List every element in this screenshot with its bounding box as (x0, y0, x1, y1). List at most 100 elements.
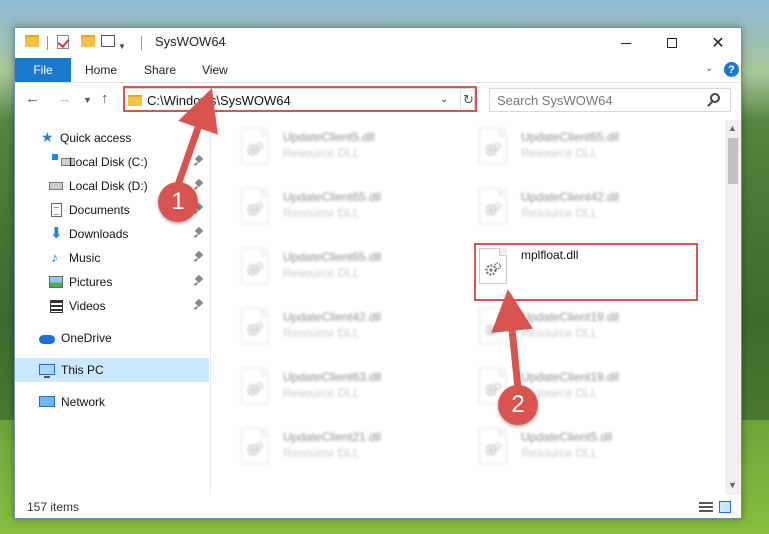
pin-icon[interactable] (195, 228, 203, 238)
pin-icon[interactable] (195, 300, 203, 310)
file-name: UpdateClient19.dll (521, 310, 620, 324)
dll-file-icon (479, 188, 511, 228)
file-item[interactable]: UpdateClient19.dll Resource DLL (449, 304, 649, 354)
dll-file-icon (479, 128, 511, 168)
pin-icon[interactable] (195, 252, 203, 262)
pin-icon[interactable] (195, 180, 203, 190)
dll-file-icon (241, 368, 273, 408)
properties-check-icon[interactable] (57, 35, 69, 49)
customize-icon[interactable] (101, 35, 115, 47)
sidebar-item-label: Local Disk (D:) (69, 179, 148, 193)
toolbar-separator (141, 36, 142, 50)
file-type: Resource DLL (283, 326, 360, 340)
tab-view[interactable]: View (202, 58, 228, 82)
file-item[interactable]: UpdateClient21.dll Resource DLL (211, 424, 411, 474)
sidebar-item-label: Documents (69, 203, 130, 217)
videos-icon (50, 300, 63, 313)
pictures-icon (49, 276, 63, 288)
sidebar-item-pictures[interactable]: Pictures (15, 270, 209, 294)
file-item[interactable]: UpdateClient65.dll Resource DLL (449, 124, 649, 174)
dll-file-icon (241, 308, 273, 348)
expand-ribbon-icon[interactable]: ⌄ (705, 63, 713, 74)
help-icon[interactable]: ? (724, 62, 739, 77)
file-type: Resource DLL (283, 446, 360, 460)
sidebar-item-videos[interactable]: Videos (15, 294, 209, 318)
dll-file-icon (479, 428, 511, 468)
vertical-scrollbar[interactable]: ▲ ▼ (725, 120, 741, 495)
back-arrow-icon[interactable]: ← (25, 90, 40, 107)
dll-file-icon (241, 428, 273, 468)
scroll-down-icon[interactable]: ▼ (728, 480, 737, 490)
close-icon: ✕ (711, 35, 725, 52)
sidebar-item-onedrive[interactable]: OneDrive (15, 326, 209, 350)
chevron-down-icon[interactable]: ▼ (118, 38, 126, 54)
annotation-step-2: 2 (498, 385, 538, 425)
large-icons-view-icon[interactable] (719, 501, 731, 513)
file-item[interactable]: UpdateClient5.dll Resource DLL (449, 424, 649, 474)
file-item[interactable]: UpdateClient65.dll Resource DLL (211, 184, 411, 234)
file-item[interactable]: UpdateClient42.dll Resource DLL (449, 184, 649, 234)
file-item[interactable]: UpdateClient42.dll Resource DLL (211, 304, 411, 354)
sidebar-item-label: Quick access (60, 131, 132, 145)
tab-share[interactable]: Share (144, 58, 176, 82)
search-input[interactable]: Search SysWOW64 (497, 93, 613, 108)
explorer-window: ▼ SysWOW64 ✕ File Home Share View ⌄ ? ← … (14, 27, 742, 519)
file-name: UpdateClient5.dll (521, 430, 613, 444)
file-item[interactable]: UpdateClient63.dll Resource DLL (211, 364, 411, 414)
minimize-button[interactable] (603, 28, 649, 58)
drive-icon (49, 182, 63, 190)
file-item[interactable]: UpdateClient5.dll Resource DLL (211, 124, 411, 174)
tab-file[interactable]: File (15, 58, 71, 82)
forward-arrow-icon[interactable]: → (57, 90, 72, 107)
file-type: Resource DLL (521, 446, 598, 460)
sidebar-item-label: Music (69, 251, 101, 265)
dll-file-icon (479, 308, 511, 348)
details-view-icon[interactable] (699, 502, 713, 512)
pin-icon[interactable] (195, 156, 203, 166)
new-folder-icon[interactable] (81, 35, 95, 47)
file-type: Resource DLL (521, 146, 598, 160)
file-type: Resource DLL (283, 146, 360, 160)
search-icon[interactable] (710, 93, 720, 103)
sidebar-item-music[interactable]: ♪ Music (15, 246, 209, 270)
sidebar-item-local-disk-c[interactable]: Local Disk (C:) (15, 150, 209, 174)
file-name: UpdateClient5.dll (283, 130, 375, 144)
dll-file-icon (241, 188, 273, 228)
close-button[interactable]: ✕ (695, 28, 741, 58)
file-item[interactable]: UpdateClient19.dll Resource DLL (449, 364, 649, 414)
file-name: UpdateClient42.dll (283, 310, 382, 324)
folder-icon (25, 35, 39, 47)
pin-icon[interactable] (195, 276, 203, 286)
sidebar-item-label: This PC (61, 363, 104, 377)
sidebar-item-label: Local Disk (C:) (69, 155, 148, 169)
sidebar-item-label: Pictures (69, 275, 113, 289)
toolbar-separator (47, 36, 48, 50)
item-count: 157 items (27, 500, 80, 514)
file-item[interactable]: UpdateClient65.dll Resource DLL (211, 244, 411, 294)
scroll-up-icon[interactable]: ▲ (728, 123, 737, 133)
minimize-icon (621, 42, 631, 44)
file-type: Resource DLL (521, 206, 598, 220)
network-icon (39, 396, 55, 407)
dll-file-icon (241, 128, 273, 168)
status-bar: 157 items (15, 496, 741, 518)
maximize-button[interactable] (649, 28, 695, 58)
sidebar-item-this-pc[interactable]: This PC (15, 358, 209, 382)
title-bar: ▼ SysWOW64 ✕ (15, 28, 741, 58)
sidebar-item-label: Downloads (69, 227, 129, 241)
tab-home[interactable]: Home (85, 58, 117, 82)
ribbon-tabs: File Home Share View ⌄ ? (15, 58, 741, 83)
up-arrow-icon[interactable]: ↑ (101, 90, 109, 107)
file-type: Resource DLL (283, 386, 360, 400)
documents-icon (51, 203, 62, 217)
sidebar-item-network[interactable]: Network (15, 390, 209, 414)
file-name: UpdateClient19.dll (521, 370, 620, 384)
scroll-thumb[interactable] (728, 138, 738, 184)
recent-locations-icon[interactable]: ▼ (83, 95, 92, 105)
sidebar-item-quick-access[interactable]: ★ Quick access (15, 126, 209, 150)
file-name: UpdateClient65.dll (521, 130, 620, 144)
sidebar-item-downloads[interactable]: ⬇ Downloads (15, 222, 209, 246)
navigation-pane: ★ Quick access Local Disk (C:) Local Dis… (15, 120, 211, 495)
search-box[interactable]: Search SysWOW64 (489, 88, 731, 112)
file-type: Resource DLL (283, 206, 360, 220)
